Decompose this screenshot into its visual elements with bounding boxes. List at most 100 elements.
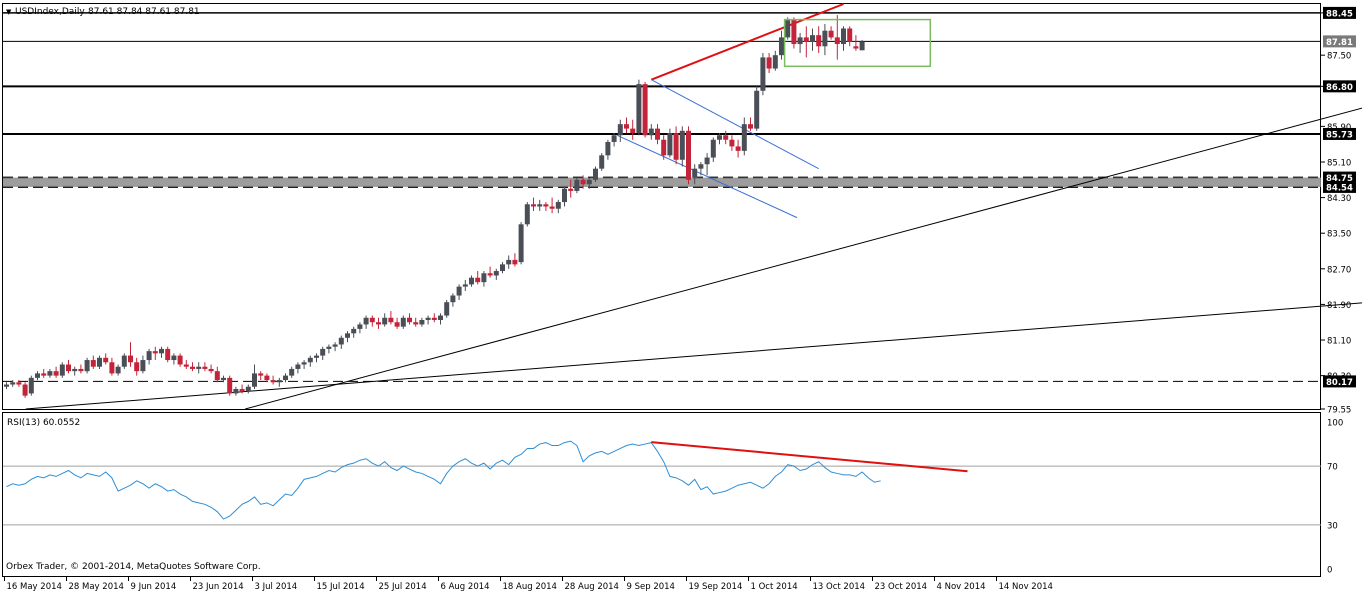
candle-body [766, 57, 772, 69]
price-level-tag-label: 86.80 [1326, 83, 1353, 93]
candle-body [90, 360, 96, 367]
candle-body [134, 362, 140, 372]
candle-body [183, 364, 189, 367]
candle-body [419, 319, 425, 325]
candle-body [760, 57, 766, 91]
candle-body [568, 188, 574, 191]
rsi-tick-label: 0 [1327, 566, 1332, 576]
candle-body [326, 346, 332, 349]
candle-body [103, 357, 109, 363]
candle-body [847, 28, 853, 42]
candle-body [345, 333, 350, 338]
candle-body [165, 348, 171, 361]
candle-body [47, 371, 53, 376]
time-tick-label: 28 May 2014 [69, 582, 124, 592]
support-zone-band [3, 177, 1321, 187]
time-axis: 16 May 2014 28 May 2014 9 Jun 2014 23 Jun 2… [4, 577, 1053, 592]
candle-body [22, 384, 28, 396]
rsi-axis: 100 70 30 0 [1327, 419, 1343, 576]
price-level-tag-label: 85.73 [1326, 130, 1353, 140]
candle-body [152, 351, 158, 354]
price-axis: 88.4587.5086.8085.9085.1084.3083.5082.70… [1321, 9, 1351, 416]
candle-body [214, 371, 220, 381]
candle-body [828, 30, 834, 38]
price-panel-frame [2, 3, 1321, 410]
candle-body [506, 259, 512, 265]
candle-body [202, 366, 208, 369]
candle-body [735, 146, 741, 151]
time-tick-label: 18 Aug 2014 [503, 582, 557, 592]
candle-body [859, 41, 865, 51]
time-tick-label: 3 Jul 2014 [255, 582, 298, 592]
price-tick-label: 84.30 [1327, 194, 1351, 204]
candle-body [834, 37, 840, 45]
candle-body [630, 128, 636, 134]
time-tick-label: 23 Oct 2014 [875, 582, 928, 592]
candle-body [493, 271, 499, 276]
candle-body [338, 337, 344, 345]
candle-body [314, 355, 319, 358]
candle-body [332, 344, 338, 347]
candle-body [754, 90, 760, 129]
rsi-label: RSI(13) 60.0552 [7, 418, 80, 428]
candle-body [543, 204, 549, 207]
candle-body [146, 351, 152, 361]
price-level-tag-label: 84.54 [1326, 183, 1353, 193]
time-tick-label: 19 Sep 2014 [689, 582, 743, 592]
time-tick-label: 9 Jun 2014 [131, 582, 177, 592]
candle-body [841, 28, 846, 45]
candle-body [276, 380, 282, 383]
candle-body [605, 141, 611, 156]
candle-body [667, 133, 673, 156]
candle-body [438, 315, 443, 320]
candle-body [357, 324, 363, 329]
candle-body [462, 284, 468, 287]
candle-body [190, 366, 195, 369]
candle-body [586, 179, 592, 185]
price-tick-label: 83.50 [1327, 230, 1351, 240]
candle-body [624, 124, 629, 129]
time-tick-label: 15 Jul 2014 [317, 582, 365, 592]
candle-body [537, 204, 543, 207]
candle-body [289, 368, 295, 376]
candle-body [636, 84, 642, 134]
candle-body [599, 155, 605, 169]
symbol-label: USDIndex,Daily [15, 7, 85, 17]
candle-body [28, 377, 34, 394]
candle-body [791, 19, 797, 45]
candle-body [822, 30, 828, 47]
candle-body [78, 368, 84, 372]
candle-body [252, 373, 257, 387]
candle-body [692, 168, 698, 178]
candle-body [704, 157, 710, 165]
price-level-tag-label: 80.17 [1326, 378, 1353, 388]
price-tick-label: 79.55 [1327, 406, 1351, 416]
candle-body [140, 360, 146, 372]
rsi-tick-label: 30 [1327, 521, 1338, 531]
chart-canvas: 88.4587.5086.8085.9085.1084.3083.5082.70… [2, 3, 1362, 592]
candle-body [723, 135, 729, 140]
candle-body [351, 328, 357, 334]
candle-body [611, 135, 617, 142]
candle-body [394, 322, 400, 327]
candle-body [177, 355, 183, 365]
candle-body [425, 317, 431, 320]
candle-body [407, 317, 412, 323]
candle-body [816, 35, 822, 47]
candle-body [518, 224, 524, 263]
candle-body [66, 364, 71, 372]
candle-body [580, 179, 586, 185]
candle-body [661, 139, 667, 156]
header-collapse-icon[interactable]: ▼ [6, 8, 12, 16]
time-tick-label: 4 Nov 2014 [937, 582, 986, 592]
candle-body [295, 364, 301, 369]
candle-body [524, 204, 530, 225]
price-tick-label: 87.50 [1327, 52, 1351, 62]
candle-body [59, 364, 65, 376]
candle-body [72, 368, 78, 372]
candle-body [301, 362, 307, 365]
time-tick-label: 13 Oct 2014 [813, 582, 866, 592]
candle-body [115, 366, 121, 374]
candle-body [673, 133, 679, 160]
candle-body [53, 371, 59, 376]
